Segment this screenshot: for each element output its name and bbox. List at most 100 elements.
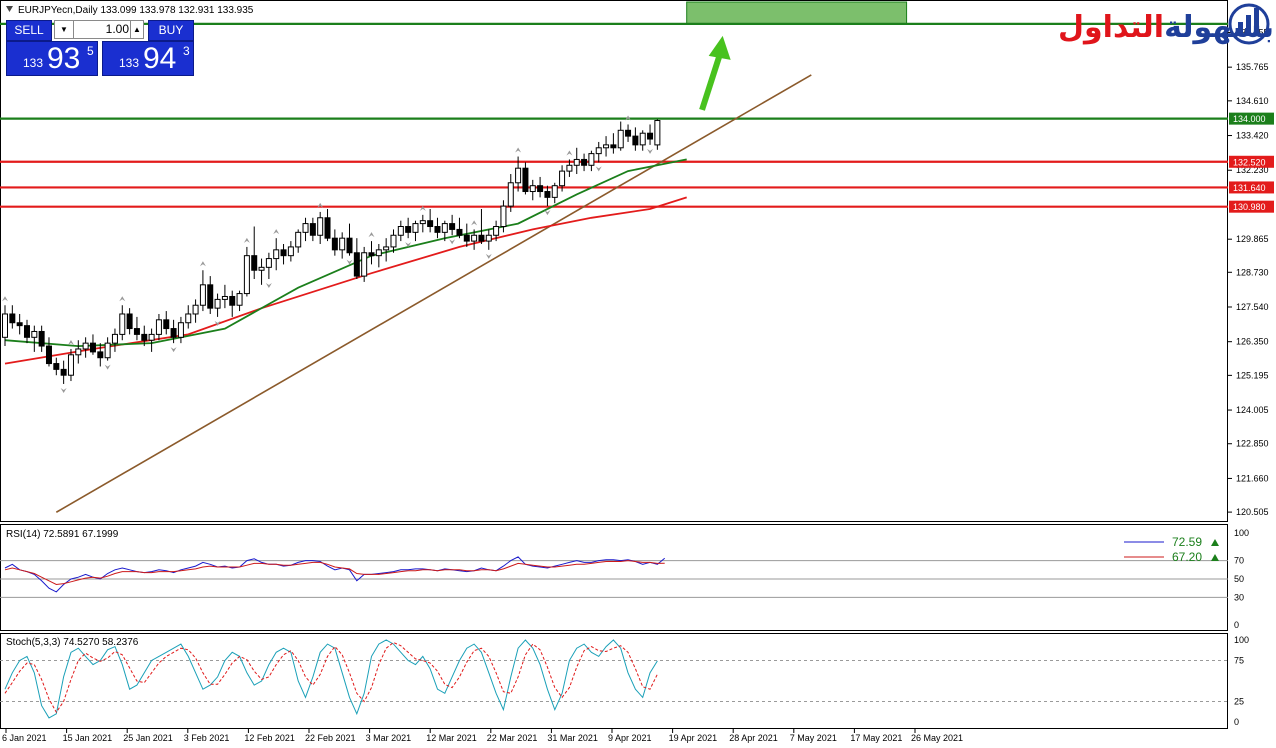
candle-body <box>537 185 544 193</box>
y-tick-label: 120.505 <box>1236 507 1269 517</box>
candle-body <box>309 223 316 236</box>
candle-body <box>243 255 250 295</box>
candle-body <box>654 120 661 146</box>
candle-body <box>155 319 162 335</box>
chevron-down-icon[interactable]: ▼ <box>55 21 74 38</box>
stoch-y-tick-label: 25 <box>1234 697 1244 707</box>
candle-body <box>559 170 566 187</box>
candle-body <box>485 234 492 242</box>
candle-body <box>280 249 287 257</box>
x-tick-label: 26 May 2021 <box>911 733 963 743</box>
buy-price-sup: 3 <box>183 44 190 58</box>
candle-body <box>295 231 302 248</box>
candle-body <box>221 295 228 300</box>
main-panel-frame <box>0 0 1228 522</box>
sell-price-sup: 5 <box>87 44 94 58</box>
candle-body <box>251 255 258 271</box>
candle-body <box>419 220 426 225</box>
logo: بسهولةالتداول <box>1058 2 1274 46</box>
symbol-header: EURJPYecn,Daily 133.099 133.978 132.931 … <box>18 5 254 16</box>
candle-body <box>471 234 478 242</box>
sell-price-box[interactable]: 133 93 5 <box>6 41 98 76</box>
logo-text-red: التداول <box>1058 10 1165 45</box>
candle-body <box>317 217 324 236</box>
candle-body <box>9 313 16 324</box>
x-tick-label: 22 Feb 2021 <box>305 733 356 743</box>
candle-body <box>199 284 206 306</box>
candle-body <box>434 226 441 233</box>
level-badge-label: 132.520 <box>1233 157 1266 167</box>
level-badge-label: 134.000 <box>1233 114 1266 124</box>
candle-body <box>258 266 265 271</box>
buy-price-big: 94 <box>143 42 177 75</box>
candle-body <box>441 223 448 233</box>
rsi-y-tick-label: 70 <box>1234 556 1244 566</box>
buy-button[interactable]: BUY <box>148 20 194 41</box>
candle-body <box>302 223 309 233</box>
sell-button[interactable]: SELL <box>6 20 52 41</box>
candle-body <box>163 319 170 330</box>
x-tick-label: 3 Feb 2021 <box>184 733 230 743</box>
chevron-up-icon[interactable]: ▲ <box>130 21 143 38</box>
candle-body <box>75 348 82 356</box>
candle-body <box>265 258 272 268</box>
candle-body <box>544 191 551 198</box>
buy-price-box[interactable]: 133 94 3 <box>102 41 194 76</box>
x-tick-label: 28 Apr 2021 <box>729 733 778 743</box>
candle-body <box>177 322 184 338</box>
candle-body <box>515 167 522 184</box>
candle-body <box>588 153 595 166</box>
lot-size-input[interactable]: ▼ 1.00 ▲ <box>54 20 144 39</box>
candle-body <box>449 223 456 230</box>
candle-body <box>236 293 243 306</box>
x-tick-label: 9 Apr 2021 <box>608 733 652 743</box>
candle-body <box>639 132 646 146</box>
candle-body <box>97 351 104 359</box>
candle-body <box>133 328 140 335</box>
candle-body <box>610 144 617 149</box>
y-tick-label: 128.730 <box>1236 267 1269 277</box>
level-badge-label: 131.640 <box>1233 183 1266 193</box>
candle-body <box>529 185 536 193</box>
candle-body <box>346 237 353 254</box>
candle-body <box>595 147 602 155</box>
candle-body <box>111 333 118 344</box>
x-tick-label: 15 Jan 2021 <box>63 733 113 743</box>
lot-size-value: 1.00 <box>105 22 129 36</box>
y-tick-label: 127.540 <box>1236 302 1269 312</box>
candle-body <box>412 223 419 233</box>
x-tick-label: 12 Mar 2021 <box>426 733 477 743</box>
candle-body <box>368 252 375 257</box>
candle-body <box>104 342 111 359</box>
x-tick-label: 22 Mar 2021 <box>487 733 538 743</box>
candle-body <box>493 226 500 236</box>
x-axis: 6 Jan 2021 15 Jan 2021 25 Jan 2021 3 Feb 20… <box>2 729 963 743</box>
rsi-y-tick-label: 0 <box>1234 620 1239 630</box>
sell-price-big: 93 <box>47 42 81 75</box>
candle-body <box>478 234 485 242</box>
candle-body <box>456 228 463 236</box>
candle-body <box>390 234 397 248</box>
x-tick-label: 6 Jan 2021 <box>2 733 47 743</box>
x-tick-label: 3 Mar 2021 <box>366 733 412 743</box>
candle-body <box>170 328 177 338</box>
candle-body <box>507 182 514 207</box>
candle-body <box>38 330 45 347</box>
level-badge-label: 130.980 <box>1233 202 1266 212</box>
candle-body <box>405 226 412 233</box>
candle-body <box>522 167 529 193</box>
y-tick-label: 122.850 <box>1236 439 1269 449</box>
bar-chart-logo-icon <box>1228 3 1270 45</box>
candle-body <box>45 345 52 365</box>
stoch-y-tick-label: 100 <box>1234 635 1249 645</box>
trading-chart[interactable]: EURJPYecn,Daily 133.099 133.978 132.931 … <box>0 0 1276 748</box>
rsi-legend-value: 67.20 <box>1172 550 1202 564</box>
candle-body <box>53 363 60 370</box>
candle-body <box>214 298 221 309</box>
candle-body <box>397 226 404 236</box>
y-tick-label: 133.420 <box>1236 131 1269 141</box>
candle-body <box>647 132 654 140</box>
candle-body <box>119 313 126 335</box>
candle-body <box>463 234 470 242</box>
candle-body <box>82 342 89 350</box>
